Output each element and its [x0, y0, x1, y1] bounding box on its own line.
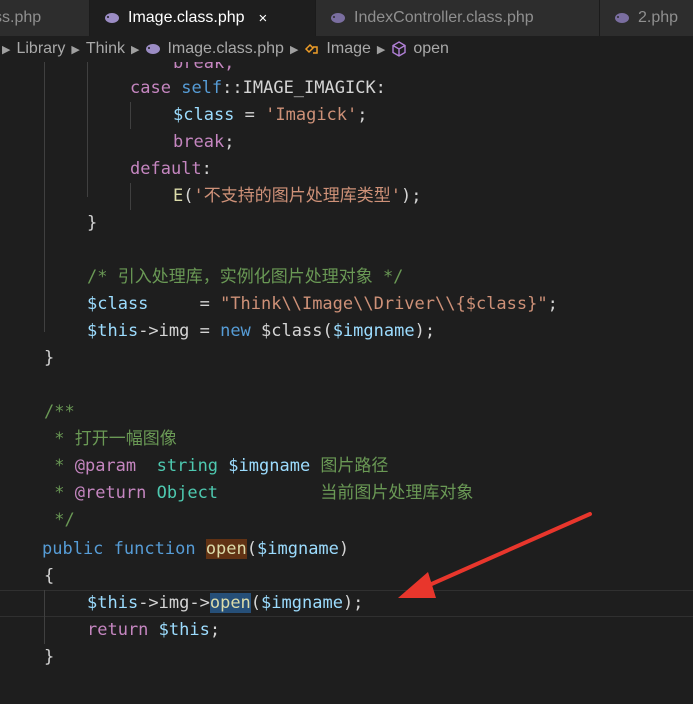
annotation-arrow-icon	[398, 512, 592, 598]
